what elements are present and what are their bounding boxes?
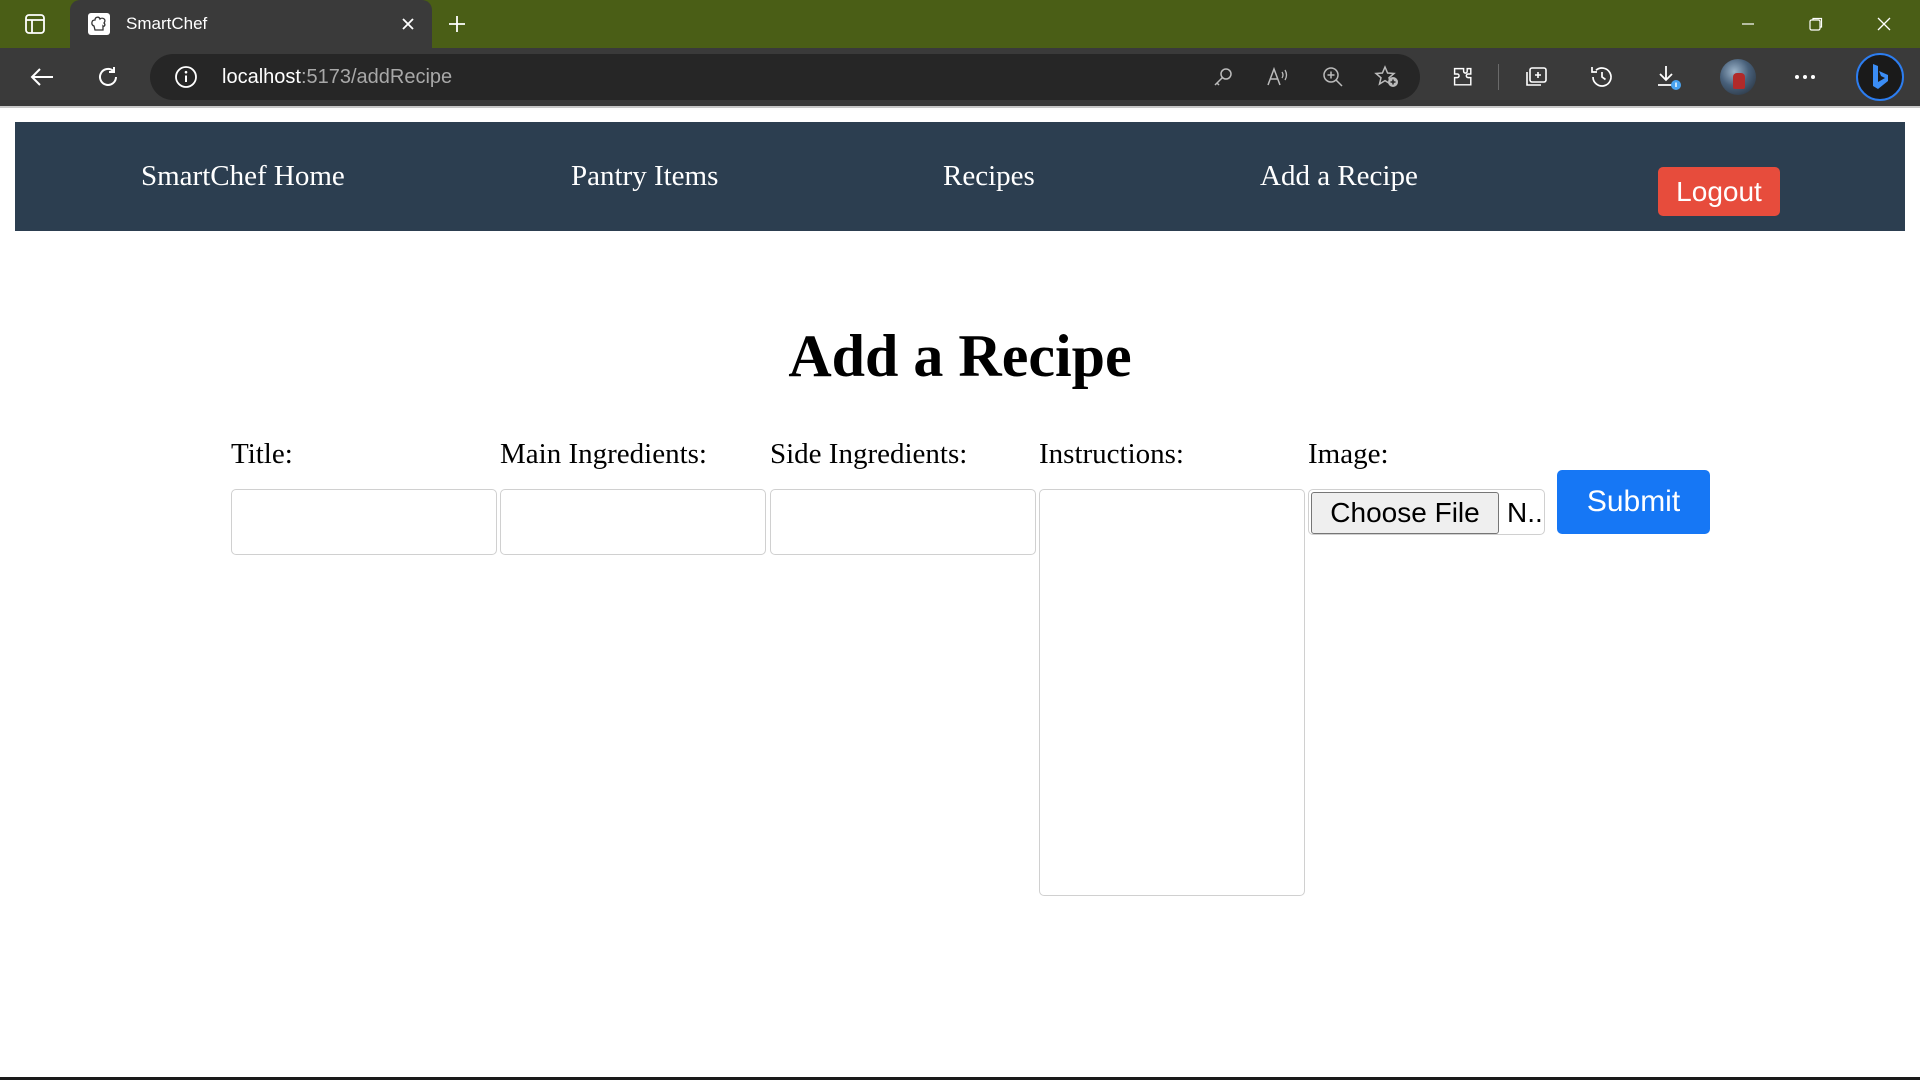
key-icon[interactable] (1208, 63, 1238, 91)
url-host: localhost (222, 66, 301, 88)
extensions-icon[interactable] (1443, 59, 1483, 95)
url-text[interactable]: localhost:5173/addRecipe (222, 54, 452, 100)
image-file-input[interactable]: Choose File N.. (1308, 489, 1545, 535)
file-status-text: N.. (1507, 497, 1543, 528)
restore-icon[interactable] (1782, 0, 1850, 48)
browser-tab[interactable]: SmartChef (70, 0, 432, 48)
title-input[interactable] (231, 489, 497, 555)
add-favorite-icon[interactable] (1372, 63, 1402, 91)
browser-toolbar: localhost:5173/addRecipe (0, 48, 1920, 106)
nav-link-home[interactable]: SmartChef Home (141, 122, 345, 231)
side-ingredients-label: Side Ingredients: (770, 438, 968, 470)
bing-copilot-icon[interactable] (1856, 53, 1904, 101)
chrome-separator (0, 106, 1920, 108)
site-info-icon[interactable] (174, 65, 198, 89)
submit-button[interactable]: Submit (1557, 470, 1710, 534)
toolbar-divider (1498, 64, 1499, 90)
history-icon[interactable] (1582, 59, 1622, 95)
close-tab-icon[interactable] (396, 12, 420, 36)
tab-title: SmartChef (126, 14, 208, 33)
main-ingredients-label: Main Ingredients: (500, 438, 707, 470)
title-label: Title: (231, 438, 293, 470)
collections-icon[interactable] (1516, 59, 1556, 95)
page-title: Add a Recipe (788, 323, 1132, 389)
address-bar[interactable]: localhost:5173/addRecipe (150, 54, 1420, 100)
downloads-icon[interactable] (1648, 59, 1688, 95)
read-aloud-icon[interactable] (1263, 63, 1293, 91)
chef-hat-icon (88, 13, 110, 35)
instructions-label: Instructions: (1039, 438, 1184, 470)
tab-actions-icon[interactable] (14, 10, 56, 38)
nav-link-add-recipe[interactable]: Add a Recipe (1260, 122, 1418, 231)
profile-avatar[interactable] (1720, 59, 1756, 95)
close-window-icon[interactable] (1850, 0, 1918, 48)
side-ingredients-input[interactable] (770, 489, 1036, 555)
image-label: Image: (1308, 438, 1389, 470)
back-icon[interactable] (22, 59, 62, 95)
instructions-textarea[interactable] (1039, 489, 1305, 896)
new-tab-icon[interactable] (440, 10, 474, 38)
minimize-icon[interactable] (1714, 0, 1782, 48)
main-ingredients-input[interactable] (500, 489, 766, 555)
site-navbar: SmartChef Home Pantry Items Recipes Add … (15, 122, 1905, 231)
browser-titlebar: SmartChef (0, 0, 1920, 48)
nav-link-pantry-items[interactable]: Pantry Items (571, 122, 718, 231)
nav-link-recipes[interactable]: Recipes (943, 122, 1035, 231)
url-path: :5173/addRecipe (300, 66, 453, 88)
choose-file-button[interactable]: Choose File (1311, 492, 1499, 534)
zoom-icon[interactable] (1318, 63, 1348, 91)
more-options-icon[interactable] (1785, 59, 1825, 95)
logout-button[interactable]: Logout (1658, 167, 1780, 216)
refresh-icon[interactable] (88, 59, 128, 95)
